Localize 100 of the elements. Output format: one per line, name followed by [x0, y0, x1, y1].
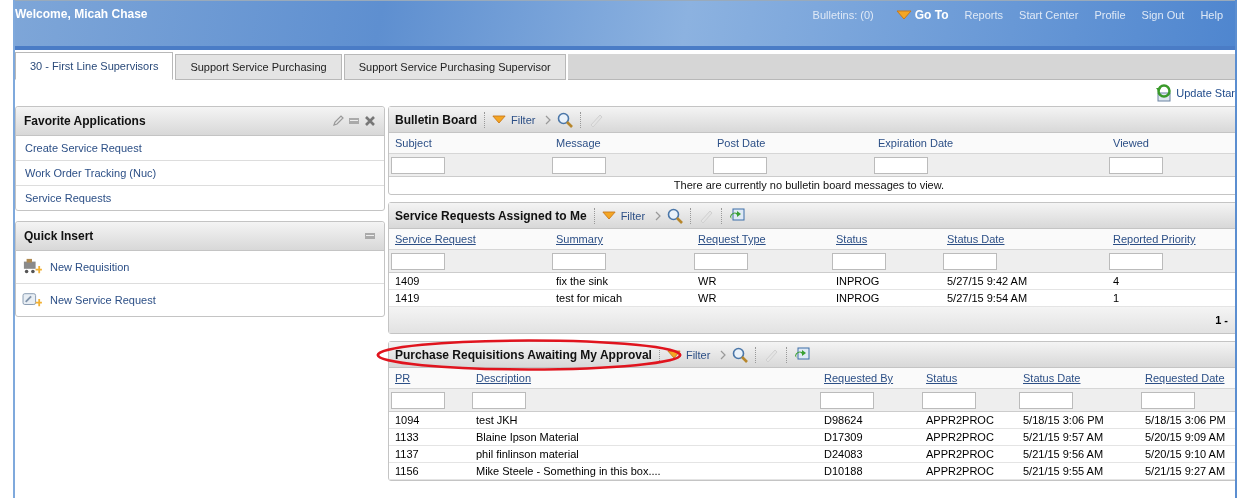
filter-field[interactable]: [391, 391, 445, 409]
column-header[interactable]: Requested By: [824, 372, 894, 384]
application-link[interactable]: Work Order Tracking (Nuc): [25, 167, 157, 179]
pagination-text: 1 -: [1215, 314, 1228, 326]
table-cell: 5/20/15 9:09 AM: [1145, 431, 1226, 443]
column-header[interactable]: Service Request: [395, 233, 476, 245]
column-header: Post Date: [717, 137, 766, 149]
column-header: Subject: [395, 137, 432, 149]
chevron-icon[interactable]: [654, 210, 663, 221]
close-icon[interactable]: [364, 115, 376, 127]
column-header[interactable]: PR: [395, 372, 411, 384]
export-icon[interactable]: [729, 207, 746, 224]
filter-field[interactable]: [694, 252, 748, 270]
quick-insert-link[interactable]: New Service Request: [50, 294, 156, 306]
table-cell: APPR2PROC: [926, 414, 994, 426]
filter-field[interactable]: [552, 252, 606, 270]
table-cell: APPR2PROC: [926, 431, 994, 443]
form-icon: [22, 291, 42, 309]
search-icon[interactable]: [557, 111, 574, 128]
table-cell: 1137: [395, 448, 419, 460]
table-cell: 4: [1113, 275, 1120, 287]
table-cell: D17309: [824, 431, 863, 443]
table-cell: INPROG: [836, 275, 880, 287]
chevron-icon[interactable]: [544, 114, 553, 125]
refresh-icon: [1155, 84, 1174, 102]
chevron-icon[interactable]: [719, 349, 728, 360]
tab[interactable]: Support Service Purchasing Supervisor: [343, 54, 566, 80]
filter-field[interactable]: [922, 391, 976, 409]
search-icon[interactable]: [667, 207, 684, 224]
table-cell: 1409: [395, 275, 420, 287]
pencil-icon[interactable]: [332, 115, 344, 127]
filter-field[interactable]: [820, 391, 874, 409]
cart-icon: [22, 258, 42, 276]
quick-insert-link[interactable]: New Requisition: [50, 261, 130, 273]
table-cell: D98624: [824, 414, 863, 426]
minimize-icon[interactable]: [364, 230, 376, 242]
filter-field[interactable]: [943, 252, 997, 270]
table-cell: test for micah: [556, 292, 623, 304]
filter-field[interactable]: [391, 252, 445, 270]
table-cell: 5/21/15 9:27 AM: [1145, 465, 1226, 477]
filter-field[interactable]: [1019, 391, 1073, 409]
filter-field[interactable]: [472, 391, 526, 409]
filter-field[interactable]: [832, 252, 886, 270]
export-icon[interactable]: [794, 346, 811, 363]
filter-field[interactable]: [1109, 252, 1163, 270]
application-link[interactable]: Create Service Request: [25, 142, 142, 154]
column-header: Message: [556, 137, 601, 149]
panel-title: Purchase Requisitions Awaiting My Approval: [395, 347, 652, 362]
column-header[interactable]: Status: [926, 372, 958, 384]
tab[interactable]: Support Service Purchasing: [175, 54, 342, 80]
table-cell: 5/21/15 9:56 AM: [1023, 448, 1104, 460]
filter-icon: [492, 115, 506, 124]
table-cell: 5/18/15 3:06 PM: [1023, 414, 1104, 426]
table-cell: WR: [698, 275, 717, 287]
filter-link[interactable]: Filter: [511, 113, 536, 126]
search-icon[interactable]: [732, 346, 749, 363]
table-cell: WR: [698, 292, 717, 304]
table-cell: fix the sink: [556, 275, 608, 287]
column-header[interactable]: Reported Priority: [1113, 233, 1196, 245]
table-cell: 1: [1113, 292, 1120, 304]
empty-message: There are currently no bulletin board messages to view.: [672, 178, 946, 193]
table-cell: Mike Steele - Something in this box....: [476, 465, 661, 477]
application-link[interactable]: Service Requests: [25, 192, 112, 204]
welcome-text: Welcome, Micah Chase: [15, 6, 148, 21]
filter-icon: [601, 211, 616, 220]
tab[interactable]: 30 - First Line Supervisors: [15, 52, 174, 80]
table-cell: 5/21/15 9:55 AM: [1023, 465, 1104, 477]
table-cell: 5/27/15 9:42 AM: [947, 275, 1028, 287]
table-cell: 5/21/15 9:57 AM: [1023, 431, 1104, 443]
filter-link[interactable]: Filter: [685, 348, 711, 361]
panel-title: Quick Insert: [24, 229, 94, 243]
caret-icon: [895, 10, 912, 20]
column-header[interactable]: Status: [836, 233, 868, 245]
filter-field[interactable]: [1109, 156, 1163, 174]
update-link[interactable]: Update Star: [1176, 87, 1235, 99]
filter-field[interactable]: [713, 156, 767, 174]
table-cell: D10188: [824, 465, 863, 477]
panel-title: Service Requests Assigned to Me: [395, 208, 587, 223]
column-header[interactable]: Requested Date: [1145, 372, 1225, 384]
filter-field[interactable]: [1141, 391, 1195, 409]
table-cell: INPROG: [836, 292, 880, 304]
filter-icon: [666, 350, 681, 359]
table-cell: 1133: [395, 431, 419, 443]
column-header[interactable]: Status Date: [947, 233, 1005, 245]
filter-field[interactable]: [391, 156, 445, 174]
table-cell: 1094: [395, 414, 420, 426]
filter-field[interactable]: [552, 156, 606, 174]
panel-title: Bulletin Board: [395, 112, 477, 127]
filter-field[interactable]: [874, 156, 928, 174]
table-cell: phil finlinson material: [476, 448, 579, 460]
table-cell: 1156: [395, 465, 419, 477]
column-header[interactable]: Summary: [556, 233, 604, 245]
table-cell: D24083: [824, 448, 863, 460]
minimize-icon[interactable]: [348, 115, 360, 127]
column-header[interactable]: Status Date: [1023, 372, 1081, 384]
column-header[interactable]: Description: [476, 372, 532, 384]
filter-link[interactable]: Filter: [620, 209, 646, 222]
table-cell: 1419: [395, 292, 420, 304]
column-header[interactable]: Request Type: [698, 233, 766, 245]
column-header: Expiration Date: [878, 137, 954, 149]
